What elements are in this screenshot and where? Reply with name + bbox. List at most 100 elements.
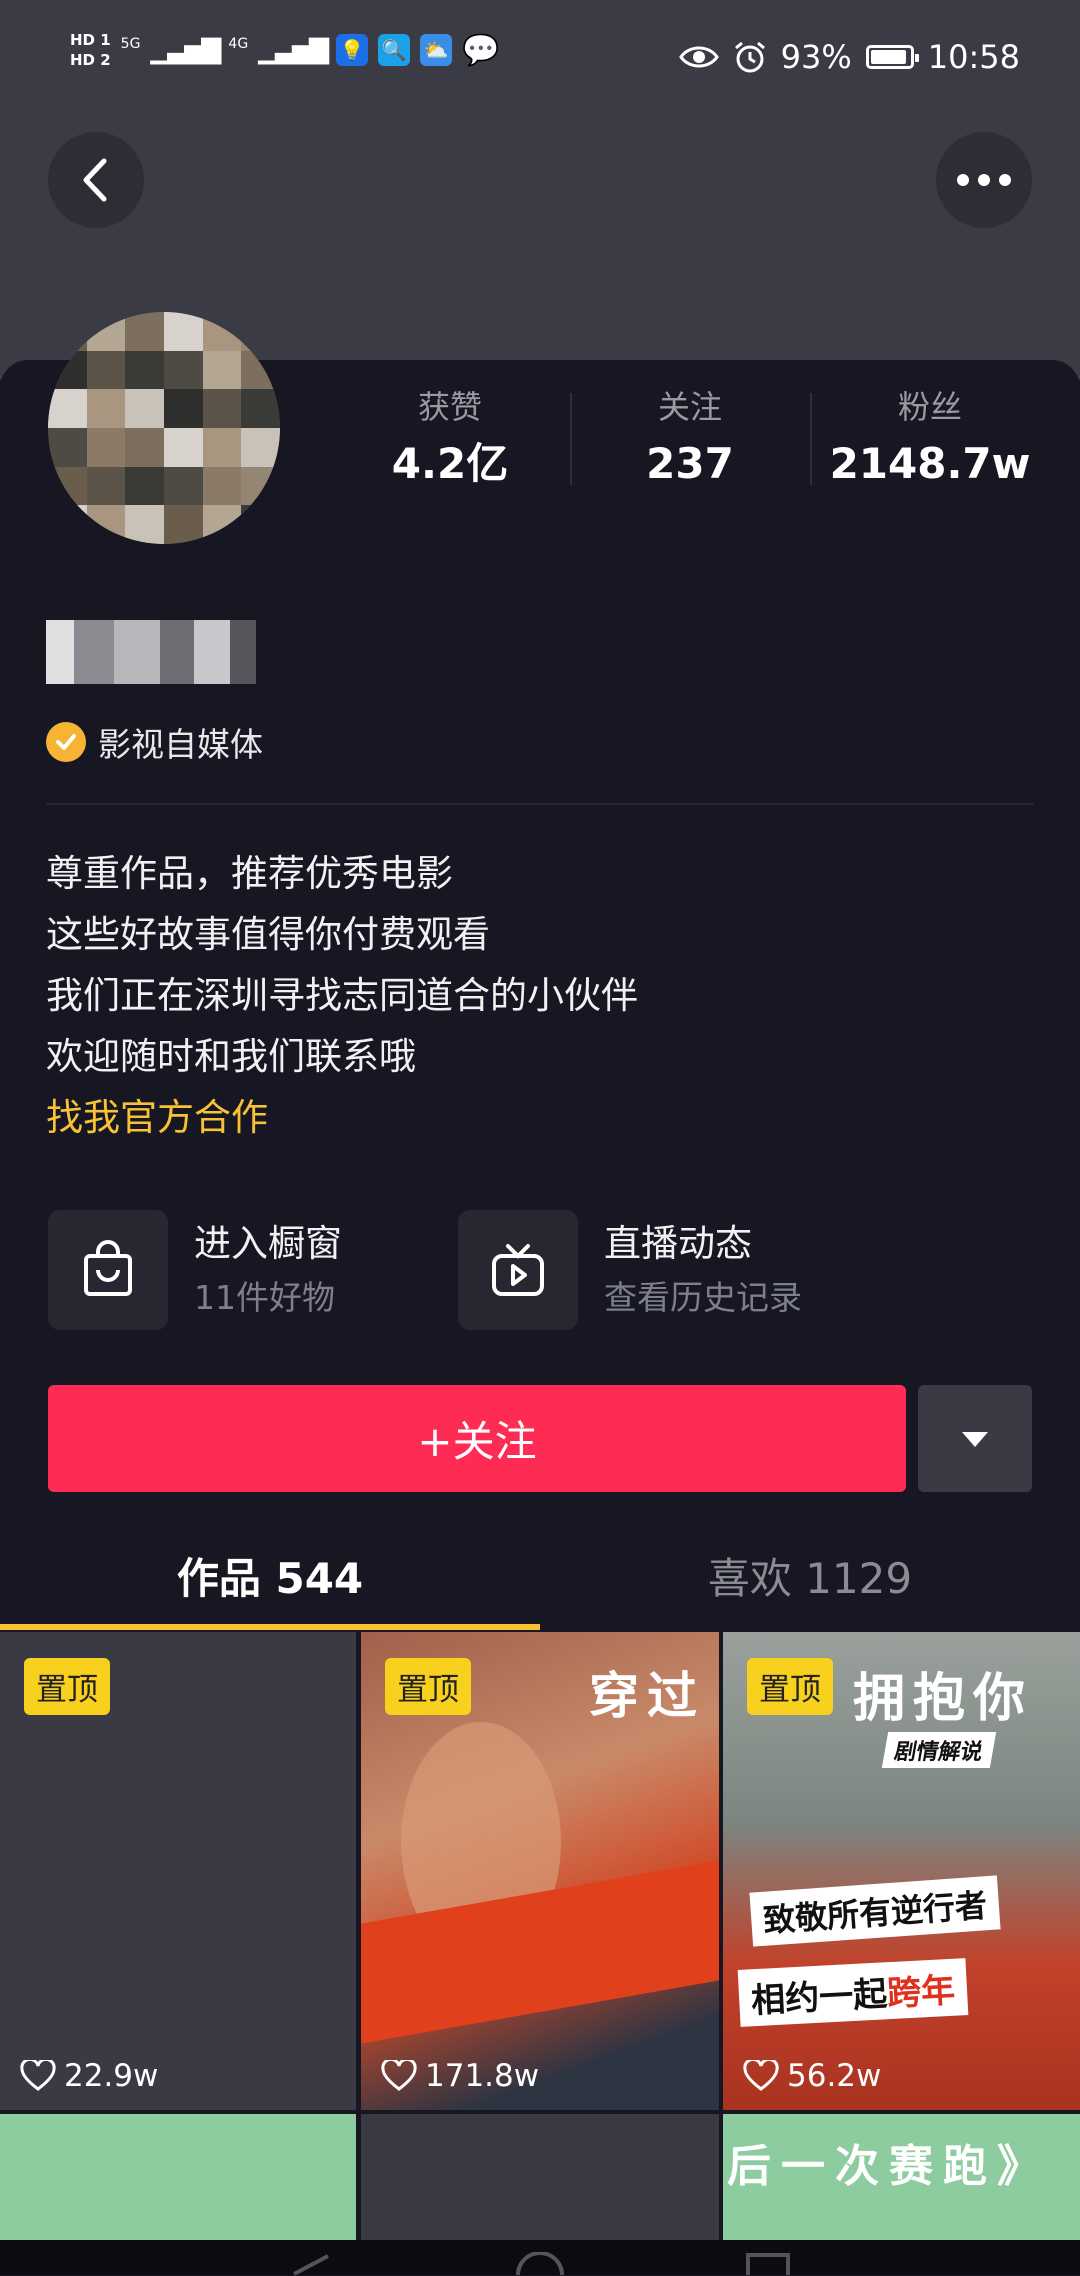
stat-likes[interactable]: 获赞 4.2亿 (330, 385, 570, 495)
avatar-pixel (202, 428, 242, 467)
heart-icon (381, 2060, 417, 2091)
nav-recents-icon[interactable] (745, 2252, 791, 2275)
heart-icon (743, 2060, 779, 2091)
video-thumbnail[interactable] (0, 2114, 356, 2240)
pinned-badge: 置顶 (24, 1658, 110, 1715)
battery-icon (865, 45, 919, 69)
tv-play-icon (458, 1210, 578, 1330)
verification-label: 影视自媒体 (98, 725, 263, 764)
avatar-pixel (241, 428, 280, 467)
like-count-value: 56.2w (787, 2058, 882, 2094)
video-thumbnail[interactable]: 拥抱你 剧情解说 致敬所有逆行者 相约一起跨年 置顶 56.2w (723, 1632, 1080, 2110)
back-button[interactable] (48, 132, 144, 228)
network-5g-label: 5G (120, 36, 141, 52)
avatar-pixel (164, 466, 203, 506)
stat-label: 粉丝 (897, 388, 962, 426)
avatar-pixel (202, 466, 242, 506)
nav-home-icon[interactable] (515, 2252, 565, 2275)
more-dots-icon (957, 174, 1011, 186)
video-thumbnail[interactable]: 置顶 22.9w (0, 1632, 356, 2110)
shop-window-subtitle: 11件好物 (194, 1278, 335, 1317)
active-tab-indicator (0, 1624, 540, 1630)
avatar-pixel (125, 389, 164, 428)
avatar[interactable] (48, 312, 280, 544)
avatar-pixel (164, 505, 203, 544)
live-history-text: 直播动态 查看历史记录 (604, 1216, 802, 1324)
shop-window-entry[interactable]: 进入橱窗 11件好物 (48, 1210, 342, 1330)
recommend-dropdown-button[interactable] (918, 1385, 1032, 1492)
divider (46, 803, 1034, 805)
bulb-app-icon: 💡 (336, 34, 369, 66)
shop-window-text: 进入橱窗 11件好物 (194, 1216, 342, 1324)
business-contact-link[interactable]: 找我官方合作 (46, 1087, 1036, 1148)
pinned-badge: 置顶 (385, 1658, 471, 1715)
stat-value: 237 (646, 439, 734, 488)
video-thumbnail[interactable]: 穿过 置顶 171.8w (361, 1632, 719, 2110)
live-history-title: 直播动态 (604, 1222, 752, 1265)
clock: 10:58 (927, 38, 1020, 76)
heart-icon (20, 2060, 56, 2091)
avatar-pixel (86, 350, 126, 390)
more-button[interactable] (936, 132, 1032, 228)
avatar-pixel (48, 428, 87, 467)
stat-following[interactable]: 关注 237 (570, 385, 810, 495)
like-count: 56.2w (743, 2058, 881, 2094)
like-count: 171.8w (381, 2058, 539, 2094)
video-overlay-text: 后一次赛跑》 (727, 2141, 1051, 2192)
video-category-tag: 剧情解说 (881, 1732, 997, 1768)
avatar-pixel (125, 350, 164, 390)
signal-icon: ▁▃▅▇ (150, 35, 221, 65)
profile-bio: 尊重作品，推荐优秀电影 这些好故事值得你付费观看 我们正在深圳寻找志同道合的小伙… (46, 843, 1036, 1148)
hd-indicator: HD 1 HD 2 (70, 30, 111, 70)
video-overlay-title: 拥抱你 (853, 1669, 1034, 1729)
nav-back-icon[interactable] (290, 2254, 330, 2276)
username-blurred (46, 620, 256, 684)
avatar-pixel (125, 312, 164, 351)
caret-down-icon (962, 1431, 988, 1447)
system-nav-bar (0, 2240, 1080, 2276)
caption-highlight: 跨年 (886, 1970, 957, 2015)
avatar-pixel (125, 428, 164, 467)
video-thumbnail[interactable] (361, 2114, 719, 2240)
bio-line: 欢迎随时和我们联系哦 (46, 1035, 416, 1078)
stat-label: 关注 (657, 388, 722, 426)
stat-followers[interactable]: 粉丝 2148.7w (810, 385, 1050, 495)
chevron-left-icon (83, 158, 107, 202)
avatar-pixel (86, 466, 126, 506)
avatar-pixel (164, 389, 203, 428)
follow-button[interactable]: +关注 (48, 1385, 906, 1492)
tab-likes[interactable]: 喜欢 1129 (540, 1520, 1080, 1630)
live-history-entry[interactable]: 直播动态 查看历史记录 (458, 1210, 802, 1330)
avatar-pixel (241, 389, 280, 428)
hd1-label: HD 1 (70, 31, 111, 49)
bio-line: 我们正在深圳寻找志同道合的小伙伴 (46, 974, 638, 1017)
avatar-pixel (202, 389, 242, 428)
network-4g-label: 4G (228, 36, 249, 52)
weather-app-icon: ⛅ (420, 34, 453, 66)
eye-icon (678, 46, 719, 68)
avatar-pixel (86, 428, 126, 467)
video-thumbnail[interactable]: 后一次赛跑》 (723, 2114, 1080, 2240)
avatar-pixel (164, 312, 203, 351)
status-right: 93% 10:58 (678, 38, 1020, 76)
avatar-pixel (202, 350, 242, 390)
avatar-pixel (48, 389, 87, 428)
video-overlay-text: 穿过 (589, 1667, 705, 1725)
shopping-bag-icon (48, 1210, 168, 1330)
video-caption-line1: 致敬所有逆行者 (749, 1875, 1001, 1947)
stat-value: 4.2亿 (391, 439, 509, 488)
tab-works[interactable]: 作品 544 (0, 1520, 540, 1630)
live-history-subtitle: 查看历史记录 (604, 1278, 802, 1317)
like-count: 22.9w (20, 2058, 158, 2094)
search-app-icon: 🔍 (378, 34, 411, 66)
verified-check-icon (46, 722, 86, 762)
like-count-value: 171.8w (425, 2058, 540, 2094)
status-left: HD 1 HD 2 5G ▁▃▅▇ 4G ▁▃▅▇ 💡 🔍 ⛅ 💬 (70, 30, 500, 70)
avatar-pixel (125, 466, 164, 506)
avatar-pixel (164, 350, 203, 390)
message-icon: 💬 (462, 32, 500, 68)
like-count-value: 22.9w (64, 2058, 159, 2094)
status-bar: HD 1 HD 2 5G ▁▃▅▇ 4G ▁▃▅▇ 💡 🔍 ⛅ 💬 93% 10… (0, 0, 1080, 120)
avatar-pixel (86, 389, 126, 428)
avatar-pixel (164, 428, 203, 467)
